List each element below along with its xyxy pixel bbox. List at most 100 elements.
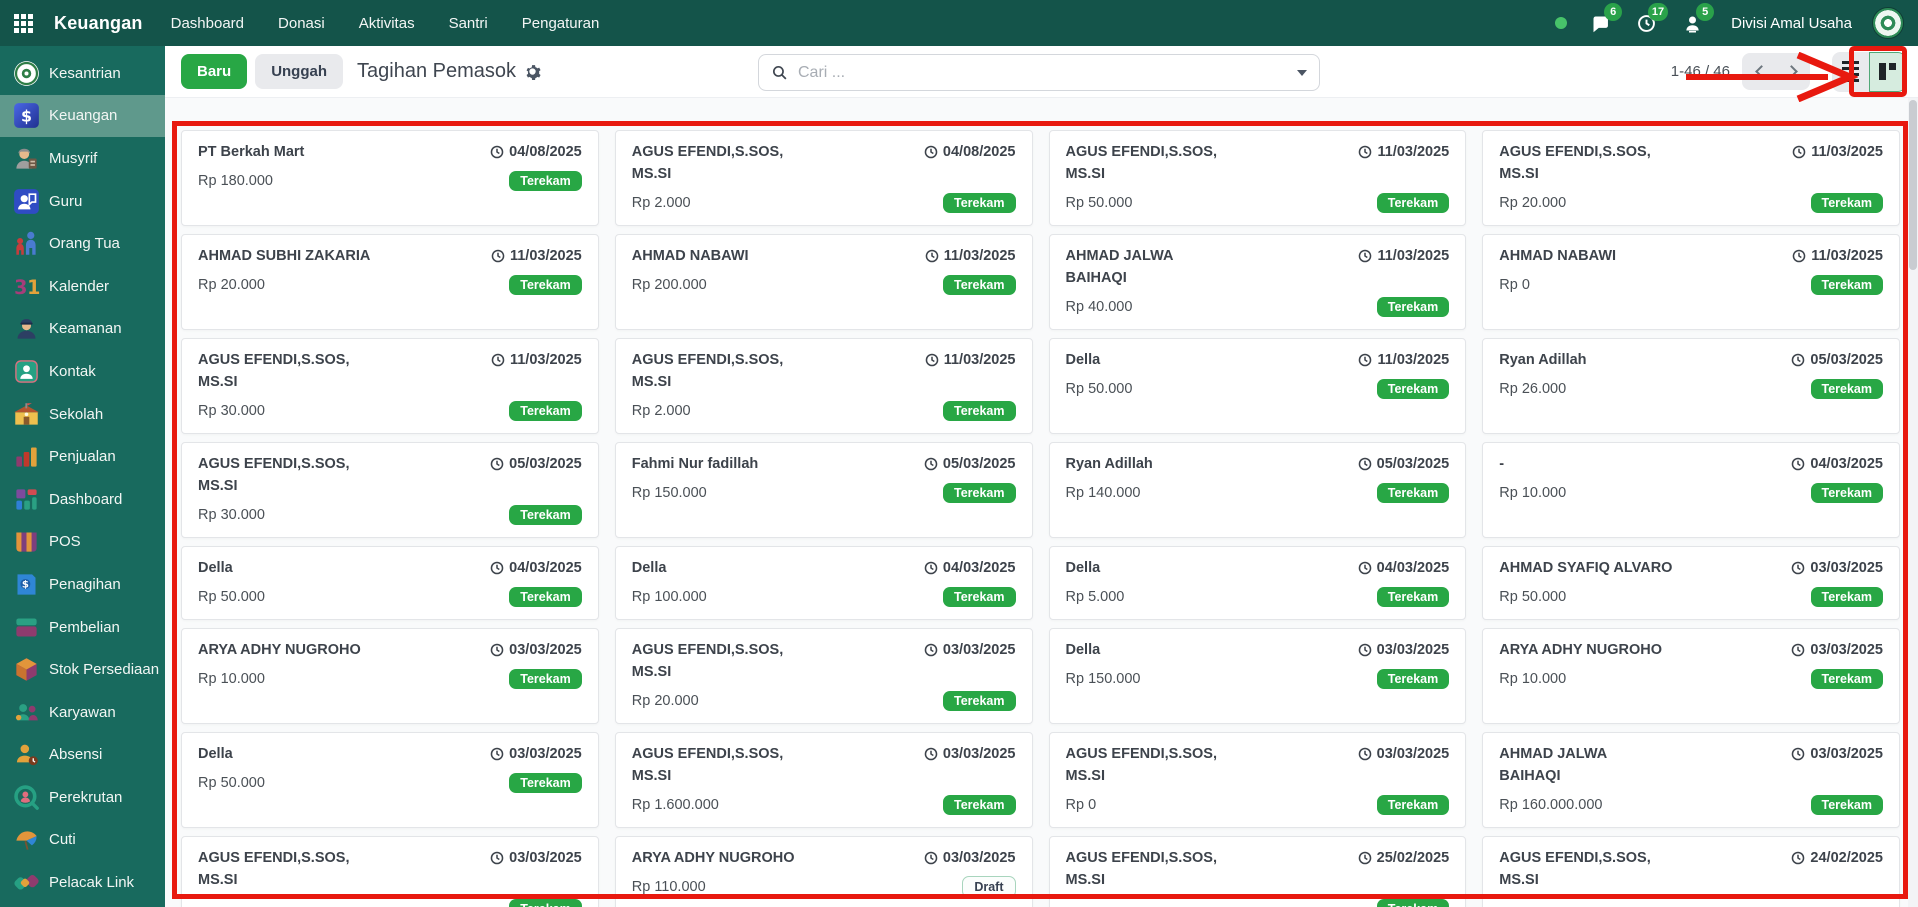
nav-menu-dashboard[interactable]: Dashboard bbox=[171, 15, 244, 32]
kanban-card[interactable]: Fahmi Nur fadillah 05/03/2025 Rp 150.000 Te… bbox=[614, 442, 1033, 538]
kanban-card[interactable]: AHMAD NABAWI 11/03/2025 Rp 0 Terekam bbox=[1482, 234, 1900, 330]
link-tracker-icon bbox=[13, 869, 40, 896]
kanban-card[interactable]: AGUS EFENDI,S.SOS, MS.SI 03/03/2025 Rp 0 Te… bbox=[1048, 732, 1467, 828]
kanban-view-icon bbox=[1879, 63, 1896, 80]
status-badge: Terekam bbox=[1810, 668, 1883, 690]
sidebar-item-kalender[interactable]: 3 1 Kalender bbox=[0, 265, 165, 308]
bill-date: 25/02/2025 bbox=[1358, 847, 1449, 869]
kanban-view-button[interactable] bbox=[1869, 51, 1906, 92]
search-input[interactable] bbox=[798, 63, 1297, 82]
sidebar-item-karyawan[interactable]: Karyawan bbox=[0, 691, 165, 734]
vendor-name: AGUS EFENDI,S.SOS, MS.SI bbox=[631, 144, 784, 182]
gear-icon[interactable] bbox=[524, 63, 541, 80]
sidebar-item-guru[interactable]: Guru bbox=[0, 180, 165, 223]
sidebar-item-keuangan[interactable]: $ Keuangan bbox=[0, 94, 165, 138]
bill-amount: Rp 110.000 bbox=[631, 879, 706, 895]
pager-next-button[interactable] bbox=[1776, 53, 1810, 90]
kanban-card[interactable]: AHMAD JALWA BAIHAQI 11/03/2025 Rp 40.000 Te… bbox=[1048, 234, 1467, 330]
kanban-card[interactable]: AGUS EFENDI,S.SOS, MS.SI 03/03/2025 Tereka… bbox=[181, 836, 599, 907]
bill-date: 11/03/2025 bbox=[491, 245, 582, 267]
sidebar-item-keamanan[interactable]: Keamanan bbox=[0, 308, 165, 351]
nav-menu-aktivitas[interactable]: Aktivitas bbox=[359, 15, 415, 32]
kanban-card[interactable]: AHMAD SYAFIQ ALVARO 03/03/2025 Rp 50.000 Te… bbox=[1482, 546, 1900, 620]
status-badge: Draft bbox=[962, 875, 1016, 899]
kanban-card[interactable]: AGUS EFENDI,S.SOS, MS.SI 03/03/2025 Rp 1.6… bbox=[614, 732, 1033, 828]
sidebar-item-pelacak-link[interactable]: Pelacak Link bbox=[0, 861, 165, 904]
sidebar-item-musyrif[interactable]: Musyrif bbox=[0, 137, 165, 180]
svg-text:3: 3 bbox=[14, 276, 27, 299]
status-badge: Terekam bbox=[1376, 296, 1450, 318]
kanban-card[interactable]: AGUS EFENDI,S.SOS, MS.SI 04/08/2025 Rp 2.0… bbox=[614, 130, 1033, 226]
kanban-card[interactable]: ARYA ADHY NUGROHO 03/03/2025 Rp 10.000 Tere… bbox=[181, 628, 599, 724]
app-name[interactable]: Keuangan bbox=[54, 13, 143, 34]
kanban-card[interactable]: Della 03/03/2025 Rp 150.000 Terekam bbox=[1048, 628, 1467, 724]
sidebar-item-cuti[interactable]: Cuti bbox=[0, 819, 165, 862]
apps-grid-icon[interactable] bbox=[0, 0, 46, 46]
sidebar-item-label: Keamanan bbox=[49, 320, 122, 338]
sidebar-item-perekrutan[interactable]: Perekrutan bbox=[0, 776, 165, 819]
vendor-name: AGUS EFENDI,S.SOS, MS.SI bbox=[1499, 144, 1651, 182]
activities-clock-icon[interactable]: 17 bbox=[1633, 3, 1669, 36]
kanban-card[interactable]: Della 11/03/2025 Rp 50.000 Terekam bbox=[1048, 338, 1467, 434]
kanban-card[interactable]: ARYA ADHY NUGROHO 03/03/2025 Rp 10.000 Tere… bbox=[1482, 628, 1900, 724]
kanban-card[interactable]: AGUS EFENDI,S.SOS, MS.SI 05/03/2025 Rp 30.… bbox=[181, 442, 599, 538]
nav-menu-donasi[interactable]: Donasi bbox=[278, 15, 325, 32]
kanban-card[interactable]: Della 04/03/2025 Rp 5.000 Terekam bbox=[1048, 546, 1467, 620]
kanban-card[interactable]: AGUS EFENDI,S.SOS, MS.SI 11/03/2025 Rp 30.… bbox=[181, 338, 599, 434]
kanban-card[interactable]: AHMAD SUBHI ZAKARIA 11/03/2025 Rp 20.000 Te… bbox=[181, 234, 599, 330]
nav-menu-santri[interactable]: Santri bbox=[449, 15, 488, 32]
company-name[interactable]: Divisi Amal Usaha bbox=[1731, 15, 1852, 32]
user-avatar[interactable] bbox=[1872, 7, 1904, 39]
kanban-card[interactable]: AHMAD NABAWI 11/03/2025 Rp 200.000 Terekam bbox=[614, 234, 1033, 330]
sidebar-item-sekolah[interactable]: Sekolah bbox=[0, 393, 165, 436]
bill-date: 05/03/2025 bbox=[1791, 349, 1883, 371]
pager-prev-button[interactable] bbox=[1742, 53, 1776, 90]
bill-amount: Rp 2.000 bbox=[631, 195, 691, 211]
vendor-name: AGUS EFENDI,S.SOS, MS.SI bbox=[198, 456, 350, 494]
kanban-card[interactable]: Della 04/03/2025 Rp 100.000 Terekam bbox=[614, 546, 1033, 620]
chevron-right-icon bbox=[1784, 65, 1798, 78]
status-badge: Terekam bbox=[1810, 274, 1883, 296]
kanban-card[interactable]: PT Berkah Mart 04/08/2025 Rp 180.000 Tereka… bbox=[181, 130, 599, 226]
scrollbar-thumb[interactable] bbox=[1909, 100, 1917, 270]
messages-icon[interactable]: 6 bbox=[1587, 3, 1623, 36]
kanban-card[interactable]: AGUS EFENDI,S.SOS, MS.SI 24/02/2025 bbox=[1482, 836, 1900, 907]
status-badge: Terekam bbox=[1810, 192, 1883, 214]
status-badge: Terekam bbox=[943, 586, 1016, 608]
sidebar-item-stok-persediaan[interactable]: Stok Persediaan bbox=[0, 648, 165, 691]
list-view-button[interactable] bbox=[1832, 51, 1869, 92]
sidebar-item-absensi[interactable]: Absensi bbox=[0, 734, 165, 777]
vertical-scrollbar[interactable] bbox=[1908, 98, 1918, 907]
kanban-card[interactable]: AGUS EFENDI,S.SOS, MS.SI 03/03/2025 Rp 20.… bbox=[614, 628, 1033, 724]
kanban-card[interactable]: Della 04/03/2025 Rp 50.000 Terekam bbox=[181, 546, 599, 620]
kanban-card[interactable]: AGUS EFENDI,S.SOS, MS.SI 25/02/2025 Tereka… bbox=[1048, 836, 1467, 907]
sidebar-item-orang-tua[interactable]: Orang Tua bbox=[0, 222, 165, 265]
sidebar-item-kontak[interactable]: Kontak bbox=[0, 350, 165, 393]
kanban-card[interactable]: Ryan Adillah 05/03/2025 Rp 140.000 Terekam bbox=[1048, 442, 1467, 538]
kanban-card[interactable]: Della 03/03/2025 Rp 50.000 Terekam bbox=[181, 732, 599, 828]
kanban-card[interactable]: AGUS EFENDI,S.SOS, MS.SI 11/03/2025 Rp 50.… bbox=[1048, 130, 1467, 226]
sidebar-item-penagihan[interactable]: $ Penagihan bbox=[0, 563, 165, 606]
new-button[interactable]: Baru bbox=[181, 54, 248, 89]
kanban-card[interactable]: AGUS EFENDI,S.SOS, MS.SI 11/03/2025 Rp 2.0… bbox=[614, 338, 1033, 434]
kanban-card[interactable]: AHMAD JALWA BAIHAQI 03/03/2025 Rp 160.000.… bbox=[1482, 732, 1900, 828]
nav-menu-pengaturan[interactable]: Pengaturan bbox=[522, 15, 600, 32]
sidebar-item-penjualan[interactable]: Penjualan bbox=[0, 435, 165, 478]
clock-icon bbox=[1358, 851, 1372, 865]
svg-text:$: $ bbox=[22, 580, 29, 591]
sidebar-item-pembelian[interactable]: Pembelian bbox=[0, 606, 165, 649]
upload-button[interactable]: Unggah bbox=[255, 54, 344, 89]
user-requests-icon[interactable]: 5 bbox=[1679, 3, 1715, 36]
sidebar-item-pos[interactable]: POS bbox=[0, 521, 165, 564]
sidebar-item-kesantrian[interactable]: Kesantrian bbox=[0, 52, 165, 95]
sidebar-item-dashboard[interactable]: Dashboard bbox=[0, 478, 165, 521]
kanban-card[interactable]: ARYA ADHY NUGROHO 03/03/2025 Rp 110.000 Dra… bbox=[614, 836, 1033, 907]
kanban-card[interactable]: - 04/03/2025 Rp 10.000 Terekam bbox=[1482, 442, 1900, 538]
kanban-card[interactable]: Ryan Adillah 05/03/2025 Rp 26.000 Terekam bbox=[1482, 338, 1900, 434]
vendor-name: Della bbox=[198, 560, 233, 576]
bill-date: 04/03/2025 bbox=[490, 557, 582, 579]
clock-icon bbox=[924, 851, 938, 865]
kanban-card[interactable]: AGUS EFENDI,S.SOS, MS.SI 11/03/2025 Rp 20.… bbox=[1482, 130, 1900, 226]
search-bar bbox=[758, 54, 1320, 91]
search-dropdown-caret-icon[interactable] bbox=[1297, 69, 1307, 76]
